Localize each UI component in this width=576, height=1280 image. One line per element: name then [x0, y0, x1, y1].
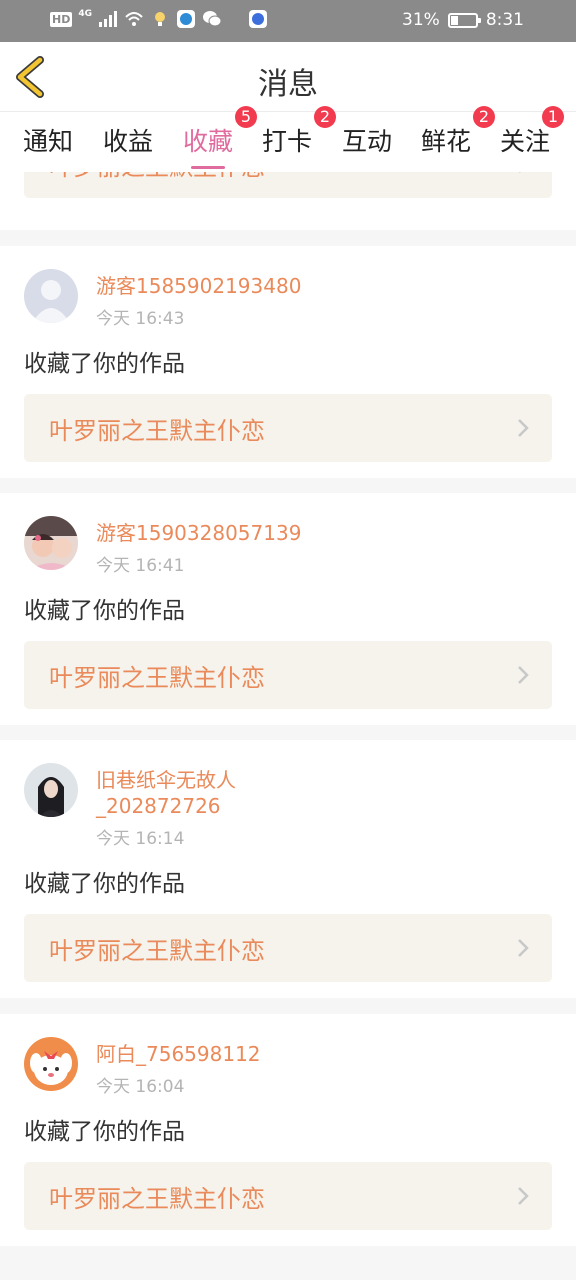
chevron-right-icon: [518, 1187, 529, 1205]
username[interactable]: 旧巷纸伞无故人 _202872726: [96, 767, 396, 819]
cartoon-dog-avatar-icon: [24, 1037, 78, 1091]
tab-earnings[interactable]: 收益: [103, 122, 153, 162]
work-link[interactable]: 叶罗丽之王默主仆恋: [24, 914, 552, 982]
tab-bar: 通知 收益 收藏 5 打卡 2 互动 鲜花 2 关注 1: [0, 106, 576, 172]
header: 消息: [0, 42, 576, 112]
work-title: 叶罗丽之王默主仆恋: [49, 172, 265, 182]
timestamp: 今天 16:41: [96, 556, 185, 576]
username[interactable]: 游客1590328057139: [96, 520, 396, 546]
status-right: 31% 8:31: [402, 10, 524, 30]
work-link[interactable]: 叶罗丽之王默主仆恋: [24, 641, 552, 709]
username[interactable]: 游客1585902193480: [96, 273, 396, 299]
timestamp: 今天 16:14: [96, 829, 185, 849]
work-link[interactable]: 叶罗丽之王默主仆恋: [24, 1162, 552, 1230]
avatar[interactable]: [24, 763, 78, 817]
badge-count: 5: [235, 106, 258, 128]
work-title: 叶罗丽之王默主仆恋: [49, 1185, 265, 1213]
wechat-icon: [203, 11, 222, 27]
work-link[interactable]: 叶罗丽之王默主仆恋: [24, 172, 552, 198]
bulb-icon: [155, 12, 165, 26]
chevron-right-icon: [518, 666, 529, 684]
message-card: 阿白_756598112 今天 16:04 收藏了你的作品 叶罗丽之王默主仆恋: [0, 1014, 576, 1246]
tab-interactions[interactable]: 互动: [342, 122, 392, 162]
tab-label: 收藏: [183, 127, 234, 156]
tab-label: 收益: [103, 127, 154, 156]
badge-count: 1: [542, 106, 565, 128]
tab-label: 鲜花: [421, 127, 472, 156]
signal-icon: [99, 11, 117, 27]
app-icon: [177, 10, 195, 28]
chevron-right-icon: [518, 419, 529, 437]
action-text: 收藏了你的作品: [24, 598, 185, 624]
status-bar: HD 4G 31% 8:31: [0, 0, 576, 42]
message-card: 游客1585902193480 今天 16:43 收藏了你的作品 叶罗丽之王默主…: [0, 246, 576, 478]
message-card: 旧巷纸伞无故人 _202872726 今天 16:14 收藏了你的作品 叶罗丽之…: [0, 740, 576, 998]
tab-label: 关注: [500, 127, 551, 156]
tab-notifications[interactable]: 通知: [23, 122, 73, 162]
chevron-right-icon: [518, 939, 529, 957]
work-link[interactable]: 叶罗丽之王默主仆恋: [24, 394, 552, 462]
clock: 8:31: [485, 10, 524, 30]
hd-badge: HD: [50, 11, 73, 27]
action-text: 收藏了你的作品: [24, 351, 185, 377]
tab-checkin[interactable]: 打卡 2: [262, 106, 337, 162]
avatar[interactable]: [24, 269, 78, 323]
default-avatar-icon: [24, 269, 78, 323]
status-icons: HD 4G: [50, 9, 268, 29]
battery-icon: [447, 12, 481, 28]
message-card: 叶罗丽之王默主仆恋: [0, 172, 576, 230]
tab-label: 互动: [342, 127, 393, 156]
tab-label: 打卡: [262, 127, 313, 156]
page-title: 消息: [258, 67, 318, 102]
avatar[interactable]: [24, 1037, 78, 1091]
work-title: 叶罗丽之王默主仆恋: [49, 664, 265, 692]
timestamp: 今天 16:43: [96, 309, 185, 329]
badge-count: 2: [314, 106, 337, 128]
work-title: 叶罗丽之王默主仆恋: [49, 417, 265, 445]
chevron-right-icon: [519, 172, 521, 173]
message-card: 游客1590328057139 今天 16:41 收藏了你的作品 叶罗丽之王默主…: [0, 493, 576, 725]
active-tab-indicator: [191, 166, 226, 169]
tab-follows[interactable]: 关注 1: [500, 106, 565, 162]
message-feed[interactable]: 叶罗丽之王默主仆恋 游客1585902193480 今天 16:43 收藏了你的…: [0, 172, 576, 1280]
music-icon: [249, 10, 267, 28]
work-title: 叶罗丽之王默主仆恋: [49, 937, 265, 965]
action-text: 收藏了你的作品: [24, 871, 185, 897]
avatar[interactable]: [24, 516, 78, 570]
tab-flowers[interactable]: 鲜花 2: [421, 106, 496, 162]
action-text: 收藏了你的作品: [24, 1119, 185, 1145]
username[interactable]: 阿白_756598112: [96, 1041, 396, 1067]
network-type: 4G: [78, 9, 92, 19]
photo-avatar-icon: [24, 516, 78, 570]
tab-label: 通知: [23, 127, 74, 156]
timestamp: 今天 16:04: [96, 1077, 185, 1097]
wifi-icon: [125, 12, 143, 26]
battery-percent: 31%: [402, 10, 440, 30]
tab-favorites[interactable]: 收藏 5: [183, 106, 258, 169]
photo-avatar-icon: [24, 763, 78, 817]
badge-count: 2: [473, 106, 496, 128]
